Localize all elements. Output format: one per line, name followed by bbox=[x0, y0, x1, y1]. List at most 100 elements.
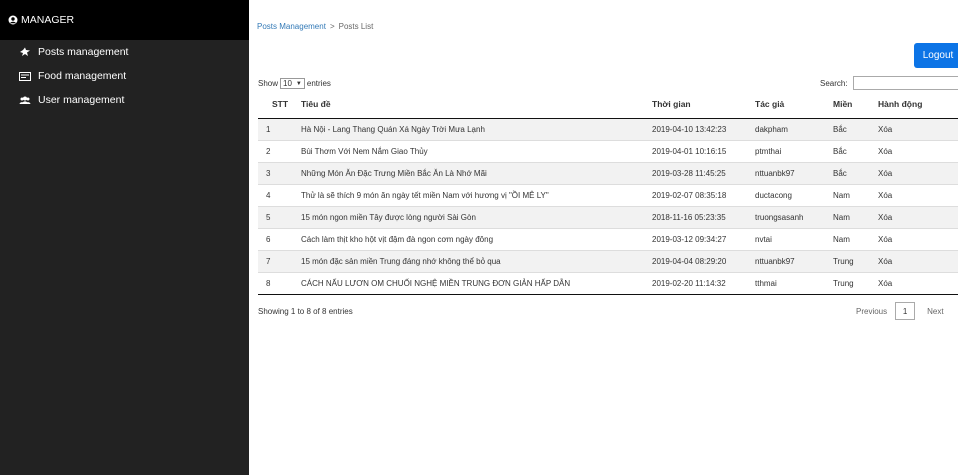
cell-region: Bắc bbox=[833, 161, 878, 184]
pagination: Previous 1 Next bbox=[856, 302, 944, 320]
cell-action: Xóa bbox=[878, 161, 958, 184]
breadcrumb: Posts Management > Posts List bbox=[257, 22, 373, 31]
column-header-title[interactable]: Tiêu đề bbox=[301, 91, 652, 119]
main-content: Posts Management > Posts List Logout Show … bbox=[249, 0, 958, 475]
cell-stt: 3 bbox=[258, 161, 301, 184]
sidebar-item-label: Food management bbox=[38, 70, 127, 82]
column-header-time[interactable]: Thời gian bbox=[652, 91, 755, 119]
delete-link[interactable]: Xóa bbox=[878, 235, 892, 244]
cell-stt: 6 bbox=[258, 227, 301, 250]
column-header-stt[interactable]: STT bbox=[258, 91, 301, 119]
cell-region: Bắc bbox=[833, 139, 878, 162]
cell-stt: 2 bbox=[258, 139, 301, 162]
cell-time: 2019-03-28 11:45:25 bbox=[652, 161, 755, 184]
posts-table: STT Tiêu đề Thời gian Tác giả Miền Hành … bbox=[258, 91, 958, 295]
table-info: Showing 1 to 8 of 8 entries bbox=[258, 307, 353, 316]
cell-author: nttuanbk97 bbox=[755, 249, 833, 272]
breadcrumb-current: Posts List bbox=[338, 22, 374, 31]
cell-stt: 8 bbox=[258, 271, 301, 295]
cell-title: Cách làm thịt kho hột vịt đậm đà ngon cơ… bbox=[301, 227, 652, 250]
cell-author: dakpham bbox=[755, 117, 833, 140]
cell-time: 2019-04-04 08:29:20 bbox=[652, 249, 755, 272]
table-row: 6 Cách làm thịt kho hột vịt đậm đà ngon … bbox=[258, 227, 958, 250]
column-header-action[interactable]: Hành động bbox=[878, 91, 958, 119]
cell-stt: 7 bbox=[258, 249, 301, 272]
cell-stt: 5 bbox=[258, 205, 301, 228]
cell-region: Nam bbox=[833, 205, 878, 228]
cell-action: Xóa bbox=[878, 271, 958, 295]
cell-author: nvtai bbox=[755, 227, 833, 250]
bird-icon bbox=[19, 47, 31, 57]
sidebar-header: MANAGER bbox=[0, 0, 249, 40]
cell-title: 15 món đặc sản miền Trung đáng nhớ không… bbox=[301, 249, 652, 272]
cell-action: Xóa bbox=[878, 205, 958, 228]
cell-action: Xóa bbox=[878, 139, 958, 162]
breadcrumb-separator: > bbox=[329, 22, 335, 31]
page-button-1[interactable]: 1 bbox=[895, 302, 916, 320]
card-icon bbox=[19, 71, 31, 81]
table-row: 2 Bùi Thơm Với Nem Nắm Giao Thủy 2019-04… bbox=[258, 139, 958, 162]
delete-link[interactable]: Xóa bbox=[878, 191, 892, 200]
table-row: 8 CÁCH NẤU LƯƠN OM CHUỐI NGHỆ MIỀN TRUNG… bbox=[258, 271, 958, 295]
delete-link[interactable]: Xóa bbox=[878, 279, 892, 288]
cell-title: Hà Nội - Lang Thang Quán Xá Ngày Trời Mư… bbox=[301, 117, 652, 140]
cell-region: Trung bbox=[833, 271, 878, 295]
sidebar-item-users[interactable]: User management bbox=[0, 88, 249, 112]
table-header-row: STT Tiêu đề Thời gian Tác giả Miền Hành … bbox=[258, 91, 958, 119]
search-label: Search: bbox=[820, 78, 848, 88]
cell-author: nttuanbk97 bbox=[755, 161, 833, 184]
cell-region: Nam bbox=[833, 227, 878, 250]
cell-time: 2019-04-10 13:42:23 bbox=[652, 117, 755, 140]
cell-title: CÁCH NẤU LƯƠN OM CHUỐI NGHỆ MIỀN TRUNG Đ… bbox=[301, 271, 652, 295]
cell-author: truongsasanh bbox=[755, 205, 833, 228]
column-header-region[interactable]: Miền bbox=[833, 91, 878, 119]
cell-title: Những Món Ăn Đặc Trưng Miền Bắc Ăn Là Nh… bbox=[301, 161, 652, 184]
cell-title: Bùi Thơm Với Nem Nắm Giao Thủy bbox=[301, 139, 652, 162]
logout-button[interactable]: Logout bbox=[914, 43, 958, 68]
cell-time: 2019-02-20 11:14:32 bbox=[652, 271, 755, 295]
cell-action: Xóa bbox=[878, 227, 958, 250]
cell-stt: 1 bbox=[258, 117, 301, 140]
table-row: 5 15 món ngon miền Tây được lòng người S… bbox=[258, 205, 958, 228]
delete-link[interactable]: Xóa bbox=[878, 169, 892, 178]
column-header-author[interactable]: Tác giả bbox=[755, 91, 833, 119]
sidebar-item-label: User management bbox=[38, 94, 125, 106]
entries-length-control: Show 10 ▼ entries bbox=[258, 78, 331, 89]
cell-time: 2019-02-07 08:35:18 bbox=[652, 183, 755, 206]
cell-time: 2019-03-12 09:34:27 bbox=[652, 227, 755, 250]
previous-page-button[interactable]: Previous bbox=[856, 307, 887, 316]
cell-title: 15 món ngon miền Tây được lòng người Sài… bbox=[301, 205, 652, 228]
cell-title: Thử là sẽ thích 9 món ăn ngày tết miền N… bbox=[301, 183, 652, 206]
cell-author: ptmthai bbox=[755, 139, 833, 162]
sidebar-item-label: Posts management bbox=[38, 46, 129, 58]
delete-link[interactable]: Xóa bbox=[878, 257, 892, 266]
breadcrumb-link-posts-management[interactable]: Posts Management bbox=[257, 22, 326, 31]
sidebar: MANAGER Posts management Food management… bbox=[0, 0, 249, 475]
sidebar-item-posts[interactable]: Posts management bbox=[0, 40, 249, 64]
search-input[interactable] bbox=[852, 76, 958, 90]
cell-author: tthmai bbox=[755, 271, 833, 295]
cell-region: Nam bbox=[833, 183, 878, 206]
delete-link[interactable]: Xóa bbox=[878, 147, 892, 156]
show-label: Show bbox=[258, 79, 279, 88]
entries-label: entries bbox=[306, 79, 331, 88]
cell-action: Xóa bbox=[878, 117, 958, 140]
delete-link[interactable]: Xóa bbox=[878, 213, 892, 222]
cell-time: 2019-04-01 10:16:15 bbox=[652, 139, 755, 162]
cell-author: ductacong bbox=[755, 183, 833, 206]
cell-action: Xóa bbox=[878, 183, 958, 206]
user-circle-icon bbox=[8, 15, 18, 25]
cell-stt: 4 bbox=[258, 183, 301, 206]
search-control: Search: bbox=[820, 76, 958, 90]
table-row: 1 Hà Nội - Lang Thang Quán Xá Ngày Trời … bbox=[258, 117, 958, 140]
next-page-button[interactable]: Next bbox=[927, 307, 943, 316]
delete-link[interactable]: Xóa bbox=[878, 125, 892, 134]
caret-down-icon: ▼ bbox=[295, 80, 302, 87]
cell-region: Bắc bbox=[833, 117, 878, 140]
cell-region: Trung bbox=[833, 249, 878, 272]
entries-select[interactable]: 10 ▼ bbox=[280, 78, 305, 89]
sidebar-item-food[interactable]: Food management bbox=[0, 64, 249, 88]
users-icon bbox=[19, 95, 31, 105]
cell-action: Xóa bbox=[878, 249, 958, 272]
entries-select-value: 10 bbox=[283, 79, 292, 88]
